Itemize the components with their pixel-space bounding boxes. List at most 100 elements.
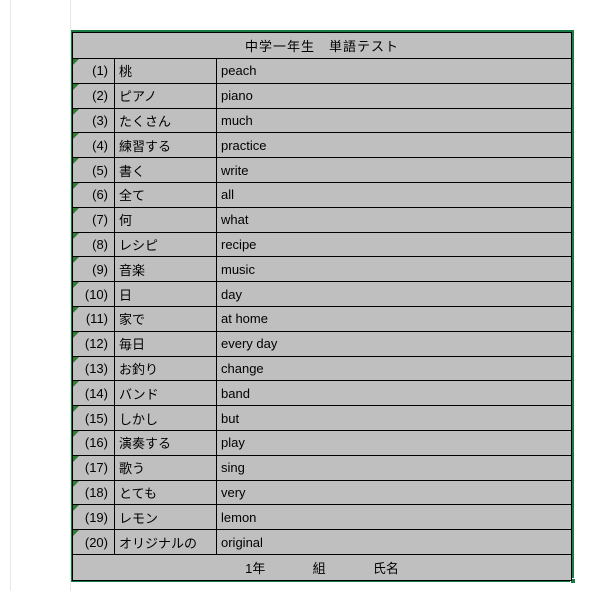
- table-row: (19)レモンlemon: [73, 505, 572, 530]
- japanese-word[interactable]: 演奏する: [115, 430, 217, 455]
- japanese-word[interactable]: お釣り: [115, 356, 217, 381]
- table-row: (12)毎日every day: [73, 331, 572, 356]
- row-number[interactable]: (13): [73, 356, 115, 381]
- english-word[interactable]: day: [217, 282, 572, 307]
- footer-row: 1年 組 氏名: [73, 554, 572, 580]
- english-word[interactable]: all: [217, 182, 572, 207]
- row-number[interactable]: (5): [73, 158, 115, 183]
- table-row: (11)家でat home: [73, 306, 572, 331]
- row-number[interactable]: (10): [73, 282, 115, 307]
- error-indicator-icon: [73, 109, 79, 115]
- japanese-word[interactable]: 桃: [115, 59, 217, 84]
- row-number[interactable]: (6): [73, 182, 115, 207]
- english-word[interactable]: very: [217, 480, 572, 505]
- japanese-word[interactable]: バンド: [115, 381, 217, 406]
- left-gutter: [0, 0, 71, 591]
- table-row: (8)レシピrecipe: [73, 232, 572, 257]
- row-number[interactable]: (17): [73, 455, 115, 480]
- error-indicator-icon: [73, 59, 79, 65]
- table-row: (18)とてもvery: [73, 480, 572, 505]
- error-indicator-icon: [73, 208, 79, 214]
- vocab-table[interactable]: 中学一年生 単語テスト (1)桃peach(2)ピアノpiano(3)たくさんm…: [72, 32, 572, 581]
- table-row: (6)全てall: [73, 182, 572, 207]
- table-row: (2)ピアノpiano: [73, 83, 572, 108]
- error-indicator-icon: [73, 381, 79, 387]
- row-number[interactable]: (2): [73, 83, 115, 108]
- english-word[interactable]: sing: [217, 455, 572, 480]
- english-word[interactable]: write: [217, 158, 572, 183]
- japanese-word[interactable]: 家で: [115, 306, 217, 331]
- footer-cell[interactable]: 1年 組 氏名: [73, 554, 572, 580]
- japanese-word[interactable]: 日: [115, 282, 217, 307]
- japanese-word[interactable]: とても: [115, 480, 217, 505]
- japanese-word[interactable]: たくさん: [115, 108, 217, 133]
- japanese-word[interactable]: レモン: [115, 505, 217, 530]
- japanese-word[interactable]: 音楽: [115, 257, 217, 282]
- row-number[interactable]: (7): [73, 207, 115, 232]
- error-indicator-icon: [73, 257, 79, 263]
- english-word[interactable]: what: [217, 207, 572, 232]
- row-number[interactable]: (20): [73, 530, 115, 555]
- table-title[interactable]: 中学一年生 単語テスト: [73, 33, 572, 59]
- english-word[interactable]: play: [217, 430, 572, 455]
- english-word[interactable]: original: [217, 530, 572, 555]
- table-row: (9)音楽music: [73, 257, 572, 282]
- error-indicator-icon: [73, 505, 79, 511]
- japanese-word[interactable]: 歌う: [115, 455, 217, 480]
- row-number[interactable]: (3): [73, 108, 115, 133]
- english-word[interactable]: at home: [217, 306, 572, 331]
- japanese-word[interactable]: 全て: [115, 182, 217, 207]
- japanese-word[interactable]: レシピ: [115, 232, 217, 257]
- error-indicator-icon: [73, 431, 79, 437]
- english-word[interactable]: but: [217, 406, 572, 431]
- japanese-word[interactable]: 毎日: [115, 331, 217, 356]
- table-row: (20)オリジナルのoriginal: [73, 530, 572, 555]
- error-indicator-icon: [73, 481, 79, 487]
- error-indicator-icon: [73, 282, 79, 288]
- table-row: (5)書くwrite: [73, 158, 572, 183]
- table-row: (3)たくさんmuch: [73, 108, 572, 133]
- error-indicator-icon: [73, 307, 79, 313]
- title-row: 中学一年生 単語テスト: [73, 33, 572, 59]
- english-word[interactable]: piano: [217, 83, 572, 108]
- row-number[interactable]: (14): [73, 381, 115, 406]
- english-word[interactable]: practice: [217, 133, 572, 158]
- row-number[interactable]: (19): [73, 505, 115, 530]
- japanese-word[interactable]: 何: [115, 207, 217, 232]
- error-indicator-icon: [73, 357, 79, 363]
- row-number[interactable]: (18): [73, 480, 115, 505]
- row-number[interactable]: (15): [73, 406, 115, 431]
- row-number[interactable]: (8): [73, 232, 115, 257]
- english-word[interactable]: lemon: [217, 505, 572, 530]
- english-word[interactable]: music: [217, 257, 572, 282]
- error-indicator-icon: [73, 406, 79, 412]
- spreadsheet-area[interactable]: 中学一年生 単語テスト (1)桃peach(2)ピアノpiano(3)たくさんm…: [0, 0, 606, 591]
- english-word[interactable]: much: [217, 108, 572, 133]
- english-word[interactable]: band: [217, 381, 572, 406]
- table-row: (4)練習するpractice: [73, 133, 572, 158]
- english-word[interactable]: peach: [217, 59, 572, 84]
- row-number[interactable]: (11): [73, 306, 115, 331]
- error-indicator-icon: [73, 84, 79, 90]
- error-indicator-icon: [73, 158, 79, 164]
- japanese-word[interactable]: 書く: [115, 158, 217, 183]
- error-indicator-icon: [73, 233, 79, 239]
- english-word[interactable]: every day: [217, 331, 572, 356]
- row-number[interactable]: (16): [73, 430, 115, 455]
- row-number[interactable]: (12): [73, 331, 115, 356]
- row-number[interactable]: (9): [73, 257, 115, 282]
- error-indicator-icon: [73, 183, 79, 189]
- english-word[interactable]: change: [217, 356, 572, 381]
- english-word[interactable]: recipe: [217, 232, 572, 257]
- japanese-word[interactable]: オリジナルの: [115, 530, 217, 555]
- row-number[interactable]: (4): [73, 133, 115, 158]
- error-indicator-icon: [73, 530, 79, 536]
- japanese-word[interactable]: 練習する: [115, 133, 217, 158]
- table-row: (7)何what: [73, 207, 572, 232]
- table-row: (16)演奏するplay: [73, 430, 572, 455]
- table-row: (17)歌うsing: [73, 455, 572, 480]
- row-number[interactable]: (1): [73, 59, 115, 84]
- japanese-word[interactable]: ピアノ: [115, 83, 217, 108]
- japanese-word[interactable]: しかし: [115, 406, 217, 431]
- error-indicator-icon: [73, 332, 79, 338]
